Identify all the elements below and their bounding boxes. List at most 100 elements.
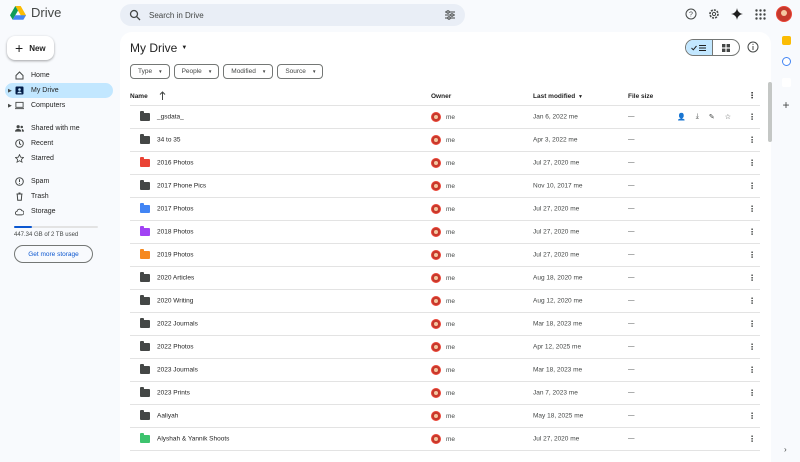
filter-people[interactable]: People ▼ [173, 64, 220, 79]
chevron-right-icon[interactable]: › [784, 445, 787, 454]
sidebar-item-starred[interactable]: Starred [5, 151, 113, 166]
info-icon[interactable] [747, 41, 759, 53]
table-row[interactable]: 2019 Photos me Jul 27, 2020 me — ⋮ [130, 244, 760, 267]
more-actions-icon[interactable]: ⋮ [748, 320, 756, 329]
account-avatar[interactable] [776, 6, 792, 22]
filter-type[interactable]: Type ▼ [130, 64, 170, 79]
view-toggle [685, 39, 740, 56]
owner-cell: me [431, 296, 455, 306]
table-row[interactable]: 34 to 35 me Apr 3, 2022 me — ⋮ [130, 129, 760, 152]
tasks-icon[interactable] [781, 57, 791, 66]
sidebar-item-computers[interactable]: ▶ Computers [5, 98, 113, 113]
more-actions-icon[interactable]: ⋮ [748, 274, 756, 283]
owner-cell: me [431, 227, 455, 237]
table-row[interactable]: 2023 Prints me Jan 7, 2023 me — ⋮ [130, 382, 760, 405]
owner-name: me [446, 136, 456, 144]
sidebar-item-shared[interactable]: Shared with me [5, 121, 113, 136]
more-actions-icon[interactable]: ⋮ [748, 251, 756, 260]
table-row[interactable]: Alyshah & Yannik Shoots me Jul 27, 2020 me… [130, 428, 760, 451]
sidebar-item-label: Trash [31, 193, 49, 200]
table-row[interactable]: 2022 Journals me Mar 18, 2023 me — ⋮ [130, 313, 760, 336]
share-icon[interactable]: 👤 [677, 113, 686, 121]
scrollbar[interactable] [768, 82, 772, 142]
table-row[interactable]: 2016 Photos me Jul 27, 2020 me — ⋮ [130, 152, 760, 175]
table-row[interactable]: 2023 Journals me Mar 18, 2023 me — ⋮ [130, 359, 760, 382]
owner-avatar [431, 181, 441, 191]
sidebar-item-my-drive[interactable]: ▶ My Drive [5, 83, 113, 98]
table-row[interactable]: 2020 Articles me Aug 18, 2020 me — ⋮ [130, 267, 760, 290]
drive-logo[interactable]: Drive [10, 5, 61, 20]
owner-avatar [431, 365, 441, 375]
more-actions-icon[interactable]: ⋮ [748, 297, 756, 306]
svg-text:?: ? [689, 12, 693, 19]
table-row[interactable]: Aaliyah me May 18, 2025 me — ⋮ [130, 405, 760, 428]
sidebar-item-home[interactable]: Home [5, 68, 113, 83]
settings-gear-icon[interactable] [707, 7, 721, 21]
table-row[interactable]: 2022 Photos me Apr 12, 2025 me — ⋮ [130, 336, 760, 359]
expand-caret-icon[interactable]: ▶ [8, 103, 12, 109]
more-actions-icon[interactable]: ⋮ [748, 412, 756, 421]
sidebar-item-storage[interactable]: Storage [5, 204, 113, 219]
file-name: 2020 Articles [157, 274, 195, 282]
apps-grid-icon[interactable] [753, 7, 767, 21]
column-name[interactable]: Name [130, 93, 148, 100]
download-icon[interactable]: ⤓ [696, 113, 699, 121]
sidebar-item-label: Starred [31, 155, 54, 162]
gemini-sparkle-icon[interactable] [730, 7, 744, 21]
sidebar-item-trash[interactable]: Trash [5, 189, 113, 204]
page-title[interactable]: My Drive ▼ [130, 41, 187, 55]
column-file-size[interactable]: File size [628, 93, 653, 100]
grid-view-button[interactable] [713, 40, 739, 55]
more-actions-icon[interactable]: ⋮ [748, 205, 756, 214]
rename-icon[interactable]: ✎ [709, 113, 715, 121]
keep-icon[interactable] [781, 36, 791, 45]
more-actions-icon[interactable]: ⋮ [748, 182, 756, 191]
sidebar-item-spam[interactable]: Spam [5, 174, 113, 189]
filter-source[interactable]: Source ▼ [277, 64, 324, 79]
list-view-button[interactable] [686, 40, 713, 55]
modified-date: Jan 7, 2023 me [533, 389, 578, 397]
get-more-storage-button[interactable]: Get more storage [14, 245, 93, 263]
owner-cell: me [431, 273, 455, 283]
more-actions-icon[interactable]: ⋮ [748, 136, 756, 145]
more-actions-icon[interactable]: ⋮ [748, 113, 756, 122]
modified-date: Mar 18, 2023 me [533, 366, 583, 374]
file-size: — [628, 159, 635, 167]
more-actions-icon[interactable]: ⋮ [748, 366, 756, 375]
owner-avatar [431, 250, 441, 260]
sort-down-icon[interactable]: ▼ [578, 94, 583, 100]
table-row[interactable]: 2017 Photos me Jul 27, 2020 me — ⋮ [130, 198, 760, 221]
more-actions-icon[interactable]: ⋮ [748, 228, 756, 237]
new-button[interactable]: + New [7, 36, 54, 60]
folder-icon [140, 364, 150, 374]
search-options-icon[interactable] [444, 9, 456, 21]
sidebar-item-recent[interactable]: Recent [5, 136, 113, 151]
sort-arrow-up-icon[interactable] [159, 91, 166, 102]
more-actions-icon[interactable]: ⋮ [748, 343, 756, 352]
table-row[interactable]: _gsdata_ me Jan 6, 2022 me — 👤 ⤓ ✎ ☆ ⋮ [130, 106, 760, 129]
modified-date: Mar 18, 2023 me [533, 320, 583, 328]
table-row[interactable]: 2018 Photos me Jul 27, 2020 me — ⋮ [130, 221, 760, 244]
help-icon[interactable]: ? [684, 7, 698, 21]
folder-icon [140, 157, 150, 167]
column-more-icon[interactable]: ⋮ [748, 91, 756, 100]
more-actions-icon[interactable]: ⋮ [748, 159, 756, 168]
search-bar[interactable]: Search in Drive [120, 4, 465, 26]
star-icon[interactable]: ☆ [725, 113, 731, 121]
more-actions-icon[interactable]: ⋮ [748, 435, 756, 444]
column-last-modified[interactable]: Last modified [533, 93, 575, 100]
owner-avatar [431, 158, 441, 168]
owner-cell: me [431, 112, 455, 122]
more-actions-icon[interactable]: ⋮ [748, 389, 756, 398]
expand-caret-icon[interactable]: ▶ [8, 88, 12, 94]
table-row[interactable]: 2020 Writing me Aug 12, 2020 me — ⋮ [130, 290, 760, 313]
table-row[interactable]: 2017 Phone Pics me Nov 10, 2017 me — ⋮ [130, 175, 760, 198]
add-addon-icon[interactable]: + [782, 99, 789, 111]
folder-icon [140, 272, 150, 282]
search-input[interactable]: Search in Drive [149, 11, 444, 20]
column-owner[interactable]: Owner [431, 93, 451, 100]
file-name: 2023 Journals [157, 366, 198, 374]
modified-date: Jul 27, 2020 me [533, 251, 580, 259]
filter-modified[interactable]: Modified ▼ [223, 64, 274, 79]
owner-avatar [431, 273, 441, 283]
